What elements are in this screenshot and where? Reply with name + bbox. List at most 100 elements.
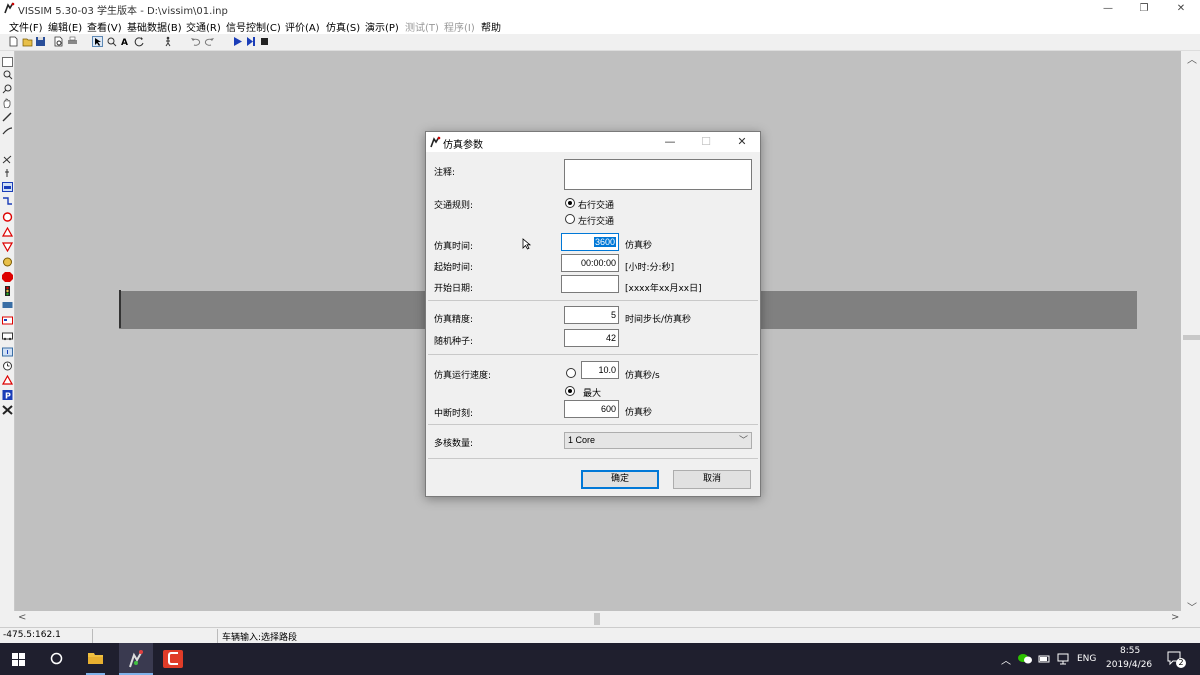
routing-decision-icon[interactable]	[2, 196, 13, 206]
left-hand-traffic-label[interactable]: 左行交通	[578, 214, 614, 227]
left-hand-traffic-radio[interactable]	[565, 214, 575, 224]
parking-lot-icon[interactable]: P	[2, 390, 13, 400]
print-icon[interactable]	[67, 36, 78, 47]
speed-value-radio[interactable]	[566, 368, 576, 378]
pan-hand-icon[interactable]	[2, 98, 13, 108]
vehicle-routes-icon[interactable]	[2, 154, 13, 164]
connector-tool-icon[interactable]	[2, 126, 13, 136]
detector-icon[interactable]	[2, 300, 13, 310]
menu-base-data[interactable]: 基础数据(B)	[127, 19, 182, 34]
pedestrian-icon[interactable]	[163, 36, 174, 47]
network-tray-icon[interactable]	[1057, 653, 1070, 665]
clock-date[interactable]: 2019/4/26	[1106, 660, 1152, 670]
menu-traffic[interactable]: 交通(R)	[186, 19, 221, 34]
sim-time-input[interactable]: 3600	[561, 233, 619, 251]
maximize-button[interactable]: ❐	[1126, 0, 1162, 17]
zoom-in-icon[interactable]	[2, 70, 13, 80]
close-button[interactable]: ✕	[1163, 0, 1199, 17]
redo-icon[interactable]	[204, 36, 215, 47]
undo-icon[interactable]	[190, 36, 201, 47]
bus-stop-icon[interactable]	[2, 331, 13, 341]
sim-speed-input[interactable]: 10.0	[581, 361, 619, 379]
priority-rule-icon[interactable]	[2, 257, 13, 267]
yield-sign-icon[interactable]	[2, 242, 13, 252]
speed-limit-icon[interactable]	[2, 212, 13, 222]
public-transport-icon[interactable]	[2, 316, 13, 326]
nodes-tool-icon[interactable]	[2, 405, 13, 415]
horizontal-scrollbar[interactable]: < >	[15, 611, 1181, 627]
menu-presentation[interactable]: 演示(P)	[365, 19, 399, 34]
warning-sign-icon[interactable]	[2, 227, 13, 237]
vehicle-input-icon[interactable]	[2, 182, 13, 192]
menu-simulation[interactable]: 仿真(S)	[326, 19, 360, 34]
app-red-taskbar-icon[interactable]	[163, 650, 183, 668]
right-hand-traffic-label[interactable]: 右行交通	[578, 198, 614, 211]
travel-time-icon[interactable]	[2, 347, 13, 357]
new-file-icon[interactable]	[8, 36, 19, 47]
traffic-rule-label: 交通规则:	[434, 201, 474, 211]
open-folder-icon[interactable]	[22, 36, 33, 47]
save-icon[interactable]	[35, 36, 46, 47]
right-hand-traffic-radio[interactable]	[565, 198, 575, 208]
horizontal-scroll-thumb[interactable]	[594, 613, 600, 625]
scroll-right-icon[interactable]: >	[1171, 612, 1179, 623]
print-preview-icon[interactable]	[53, 36, 64, 47]
window-titlebar: VISSIM 5.30-03 学生版本 - D:\vissim\01.inp —…	[0, 0, 1200, 17]
vissim-taskbar-button[interactable]	[119, 643, 153, 675]
dialog-minimize-button[interactable]: —	[652, 132, 688, 152]
menu-view[interactable]: 查看(V)	[87, 19, 122, 34]
menu-help[interactable]: 帮助	[481, 19, 501, 34]
signal-head-icon[interactable]	[2, 286, 13, 296]
step-icon[interactable]	[246, 36, 257, 47]
menu-signal-control[interactable]: 信号控制(C)	[226, 19, 281, 34]
speed-max-label[interactable]: 最大	[583, 386, 601, 399]
start-time-input[interactable]: 00:00:00	[561, 254, 619, 272]
text-label-icon[interactable]: A	[120, 36, 131, 47]
tray-expand-icon[interactable]: ︿	[1001, 652, 1011, 667]
vertical-scrollbar[interactable]: ︿ ﹀	[1181, 51, 1200, 614]
clock-time[interactable]: 8:55	[1120, 646, 1140, 656]
scroll-up-icon[interactable]: ︿	[1187, 51, 1197, 66]
queue-counter-icon[interactable]	[2, 375, 13, 385]
dialog-close-button[interactable]: ✕	[724, 132, 760, 152]
windows-start-icon[interactable]	[12, 653, 25, 666]
links-tool-icon[interactable]	[2, 112, 13, 122]
battery-tray-icon[interactable]	[1038, 653, 1051, 665]
menu-program[interactable]: 程序(I)	[444, 19, 475, 34]
start-date-input[interactable]	[561, 275, 619, 293]
menu-evaluation[interactable]: 评价(A)	[285, 19, 320, 34]
speed-max-radio[interactable]	[565, 386, 575, 396]
minimize-button[interactable]: —	[1090, 0, 1126, 17]
pedestrian-area-icon[interactable]	[2, 168, 13, 178]
menu-bar: 文件(F) 编辑(E) 查看(V) 基础数据(B) 交通(R) 信号控制(C) …	[0, 17, 1200, 34]
zoom-select-icon[interactable]	[106, 36, 117, 47]
rotate-icon[interactable]	[134, 36, 145, 47]
menu-test[interactable]: 测试(T)	[405, 19, 439, 34]
dialog-maximize-button[interactable]: ☐	[688, 132, 724, 152]
dialog-titlebar[interactable]: 仿真参数 — ☐ ✕	[426, 132, 760, 152]
cortana-search-icon[interactable]	[50, 652, 63, 665]
network-overview-icon[interactable]	[2, 57, 13, 67]
break-at-input[interactable]: 600	[564, 400, 619, 418]
select-arrow-icon[interactable]	[92, 36, 103, 47]
stop-icon[interactable]	[259, 36, 270, 47]
vertical-scroll-thumb[interactable]	[1183, 335, 1200, 340]
input-language[interactable]: ENG	[1077, 654, 1096, 664]
wechat-tray-icon[interactable]	[1018, 653, 1032, 665]
menu-file[interactable]: 文件(F)	[9, 19, 43, 34]
precision-input[interactable]: 5	[564, 306, 619, 324]
scroll-left-icon[interactable]: <	[18, 612, 26, 623]
stop-sign-icon[interactable]	[2, 272, 13, 282]
comment-field[interactable]	[564, 159, 752, 190]
random-seed-input[interactable]: 42	[564, 329, 619, 347]
sim-time-label: 仿真时间:	[434, 242, 474, 252]
cancel-button[interactable]: 取消	[673, 470, 751, 489]
zoom-out-icon[interactable]	[2, 84, 13, 94]
delay-timer-icon[interactable]	[2, 361, 13, 371]
menu-edit[interactable]: 编辑(E)	[48, 19, 82, 34]
cores-select[interactable]: 1 Core ﹀	[564, 432, 752, 449]
file-explorer-icon[interactable]	[87, 650, 104, 666]
ok-button[interactable]: 确定	[581, 470, 659, 489]
play-icon[interactable]	[232, 36, 243, 47]
scroll-down-icon[interactable]: ﹀	[1187, 599, 1197, 614]
